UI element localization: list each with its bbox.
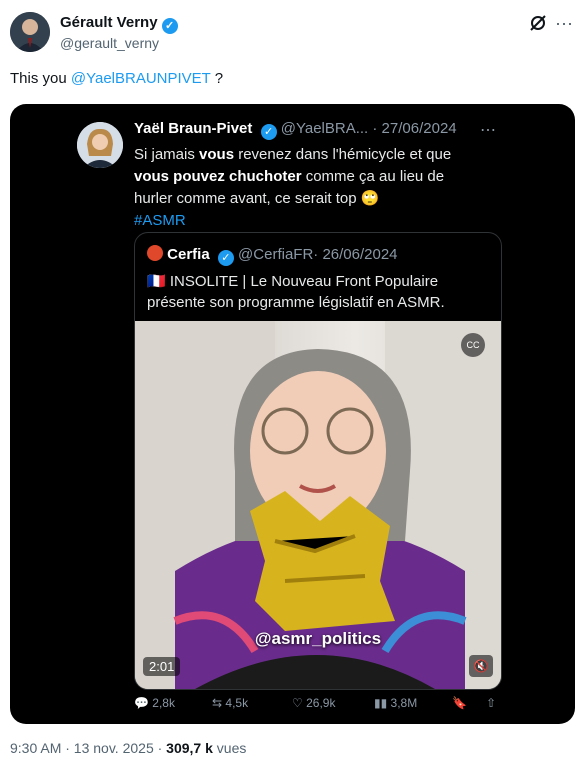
- reply-count: 2,8k: [152, 696, 175, 710]
- views-count: 3,8M: [390, 696, 418, 710]
- cerfia-logo-icon: [147, 245, 163, 261]
- reply-stat: 💬 2,8k: [134, 696, 175, 710]
- video-duration: 2:01: [143, 657, 181, 676]
- quoted-text-part: Si jamais: [134, 146, 200, 163]
- like-stat: ♡ 26,9k: [292, 696, 336, 710]
- bookmark-icon: 🔖: [452, 696, 467, 710]
- retweet-count: 4,5k: [225, 696, 249, 710]
- tweet-text: This you @YaelBRAUNPIVET ?: [10, 70, 223, 87]
- quoted-name: Yaël Braun-Pivet: [134, 120, 253, 137]
- views-stat: ▮▮ 3,8M: [374, 696, 418, 710]
- tweet-timestamp: 9:30 AM · 13 nov. 2025 · 309,7 k vues: [10, 740, 246, 756]
- like-count: 26,9k: [306, 696, 336, 710]
- views-label: vues: [212, 740, 247, 756]
- quoted-more-icon: ⋯: [480, 122, 496, 139]
- quoted-text-bold: vous: [199, 146, 235, 163]
- quoted-text-part: revenez dans l'hémicycle et que: [234, 146, 452, 163]
- timestamp-text[interactable]: 9:30 AM · 13 nov. 2025 ·: [10, 740, 166, 756]
- inner-quote-handle: @CerfiaFR: [238, 246, 314, 263]
- tweet-text-body: This you: [10, 70, 71, 87]
- media-image[interactable]: Yaël Braun-Pivet ✓ @YaelBRA... · 27/06/2…: [10, 104, 575, 724]
- quoted-handle: @YaelBRA...: [280, 120, 369, 137]
- inner-quote-header: Cerfia ✓ @CerfiaFR· 26/06/2024: [147, 245, 398, 266]
- verified-badge-icon: ✓: [161, 18, 178, 34]
- author-handle[interactable]: @gerault_verny: [60, 35, 159, 51]
- verified-badge-icon: ✓: [217, 250, 234, 266]
- retweet-stat: ⇆ 4,5k: [212, 696, 249, 710]
- video-player: CC @asmr_politics 2:01 🔇: [135, 321, 501, 689]
- inner-quote-card: Cerfia ✓ @CerfiaFR· 26/06/2024 🇫🇷 INSOLI…: [134, 232, 502, 690]
- quoted-header: Yaël Braun-Pivet ✓ @YaelBRA... · 27/06/2…: [134, 120, 457, 140]
- inner-quote-date: · 26/06/2024: [313, 246, 398, 263]
- verified-badge-icon: ✓: [260, 124, 277, 140]
- quoted-date: · 27/06/2024: [372, 120, 457, 137]
- more-options-icon[interactable]: ⋯: [555, 14, 574, 35]
- inner-quote-name: Cerfia: [167, 246, 210, 263]
- inner-quote-body: INSOLITE | Le Nouveau Front Populaire pr…: [147, 273, 445, 311]
- author-name[interactable]: Gérault Verny ✓: [60, 14, 178, 34]
- captions-icon[interactable]: CC: [461, 333, 485, 357]
- quoted-text-bold: vous pouvez chuchoter: [134, 168, 302, 185]
- inner-quote-text: 🇫🇷 INSOLITE | Le Nouveau Front Populaire…: [147, 271, 487, 313]
- mention-link[interactable]: @YaelBRAUNPIVET: [71, 70, 211, 87]
- quoted-hashtag: #ASMR: [134, 212, 186, 229]
- author-avatar[interactable]: [10, 12, 50, 52]
- grok-icon[interactable]: [528, 13, 550, 35]
- share-icon: ⇧: [486, 696, 497, 710]
- eye-roll-emoji: 🙄: [360, 190, 380, 207]
- views-total: 309,7 k: [166, 740, 213, 756]
- mute-icon[interactable]: 🔇: [469, 655, 493, 677]
- video-watermark: @asmr_politics: [254, 629, 382, 648]
- tweet-text-suffix: ?: [210, 70, 224, 87]
- france-flag-icon: 🇫🇷: [147, 273, 166, 290]
- author-name-text: Gérault Verny: [60, 14, 158, 31]
- quoted-text: Si jamais vous revenez dans l'hémicycle …: [134, 144, 484, 232]
- quoted-avatar: [77, 122, 123, 168]
